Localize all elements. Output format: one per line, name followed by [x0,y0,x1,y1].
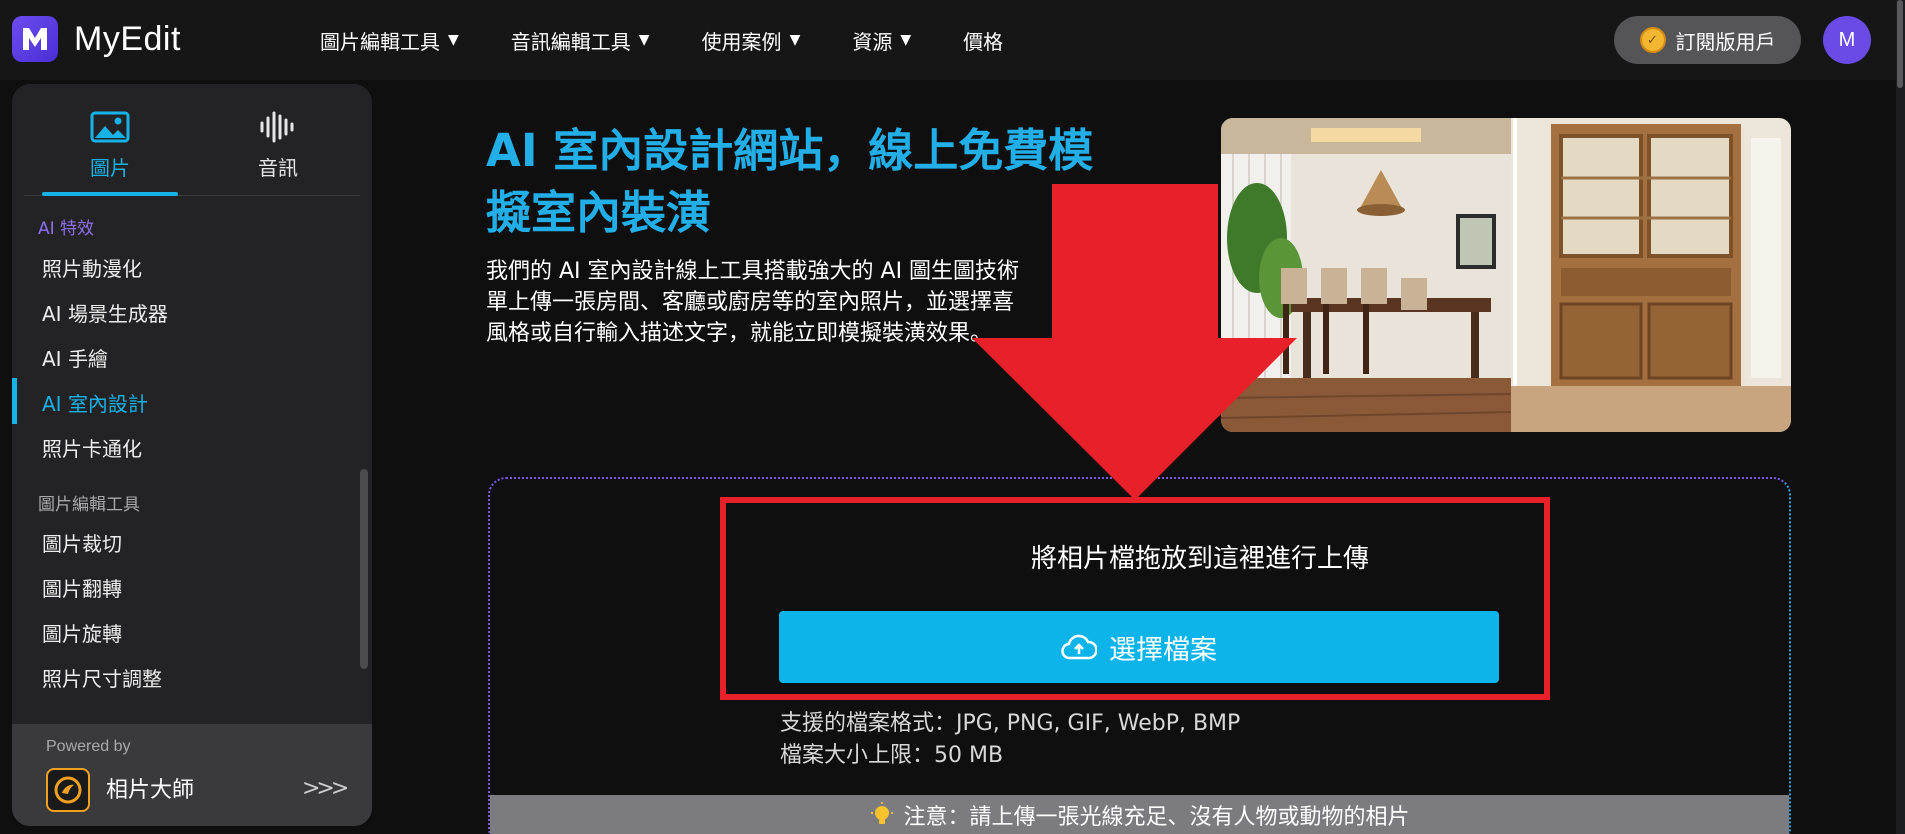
sidebar-item-photo-cartoon[interactable]: 照片卡通化 [42,433,142,462]
nav-resources[interactable]: 資源 ▼ [852,26,911,55]
page-scrollbar-thumb[interactable] [1897,0,1903,88]
main-nav: 圖片編輯工具 ▼ 音訊編輯工具 ▼ 使用案例 ▼ 資源 ▼ 價格 [320,0,1055,80]
file-format-info: 支援的檔案格式：JPG, PNG, GIF, WebP, BMP 檔案大小上限：… [780,708,1240,772]
nav-use-cases[interactable]: 使用案例 ▼ [702,26,801,55]
sidebar-item-ai-sketch[interactable]: AI 手繪 [42,343,108,372]
avatar[interactable]: M [1823,16,1871,64]
section-title-ai-effects: AI 特效 [38,219,95,239]
chevron-down-icon: ▼ [789,32,801,48]
sidebar-item-ai-interior[interactable]: AI 室內設計 [42,388,148,417]
medal-icon: ✓ [1639,27,1666,53]
myedit-logo[interactable]: MyEdit [12,16,181,62]
note-text: 注意：請上傳一張光線充足、沒有人物或動物的相片 [903,804,1410,830]
chevrons-right-icon[interactable]: >>> [302,776,349,801]
waveform-icon [210,108,346,146]
page-title-line1: AI 室內設計網站，線上免費模 [486,124,1094,177]
top-navigation-bar: MyEdit 圖片編輯工具 ▼ 音訊編輯工具 ▼ 使用案例 ▼ 資源 ▼ 價格 ✓ 訂閱… [0,0,1905,80]
powered-by-footer[interactable]: Powered by 相片大師 >>> [12,724,372,826]
nav-pricing[interactable]: 價格 [963,26,1003,55]
nav-label: 圖片編輯工具 [320,29,440,54]
upload-note: 注意：請上傳一張光線充足、沒有人物或動物的相片 [490,795,1789,834]
myedit-logo-icon [12,16,58,62]
nav-label: 使用案例 [701,29,782,54]
chevron-down-icon: ▼ [448,32,459,48]
tab-image[interactable]: 圖片 [42,108,178,181]
active-tab-underline [42,192,178,196]
tab-label: 圖片 [90,156,130,180]
nav-label: 價格 [963,29,1004,54]
tab-audio[interactable]: 音訊 [210,108,346,181]
size-limit: 檔案大小上限：50 MB [780,743,1004,768]
pointer-arrow-icon [972,184,1297,504]
nav-label: 資源 [852,29,893,54]
tool-sidebar: 圖片 音訊 AI 特效 照片動漫化 AI 場景生成器 AI 手繪 AI 室內設計… [12,84,372,826]
sidebar-tabs: 圖片 音訊 [24,84,360,196]
app-name: MyEdit [74,19,181,58]
sidebar-item-crop[interactable]: 圖片裁切 [42,528,122,557]
highlight-box [720,497,1550,700]
sidebar-item-ai-scene[interactable]: AI 場景生成器 [42,298,168,327]
lightbulb-icon [869,801,895,828]
photodirector-name: 相片大師 [106,778,195,803]
chevron-down-icon: ▼ [638,32,650,48]
nav-image-tools[interactable]: 圖片編輯工具 ▼ [320,26,459,55]
interior-example-image [1221,118,1791,432]
sidebar-item-rotate[interactable]: 圖片旋轉 [42,618,122,647]
sidebar-item-photo-anime[interactable]: 照片動漫化 [42,253,142,282]
sidebar-item-flip[interactable]: 圖片翻轉 [42,573,122,602]
chevron-down-icon: ▼ [900,32,912,48]
active-item-indicator [12,378,17,424]
nav-audio-tools[interactable]: 音訊編輯工具 ▼ [511,26,650,55]
page-scrollbar[interactable] [1896,0,1905,834]
sidebar-scrollbar[interactable] [360,469,368,669]
photodirector-icon [46,768,90,812]
subscriber-button[interactable]: ✓ 訂閱版用戶 [1614,16,1801,64]
nav-label: 音訊編輯工具 [510,29,631,54]
image-icon [42,108,178,146]
powered-by-label: Powered by [46,738,131,755]
tab-label: 音訊 [258,156,298,180]
sidebar-item-resize[interactable]: 照片尺寸調整 [42,663,162,692]
supported-formats: 支援的檔案格式：JPG, PNG, GIF, WebP, BMP [780,711,1241,736]
subscriber-label: 訂閱版用戶 [1675,29,1776,54]
section-title-image-tools: 圖片編輯工具 [38,495,140,515]
